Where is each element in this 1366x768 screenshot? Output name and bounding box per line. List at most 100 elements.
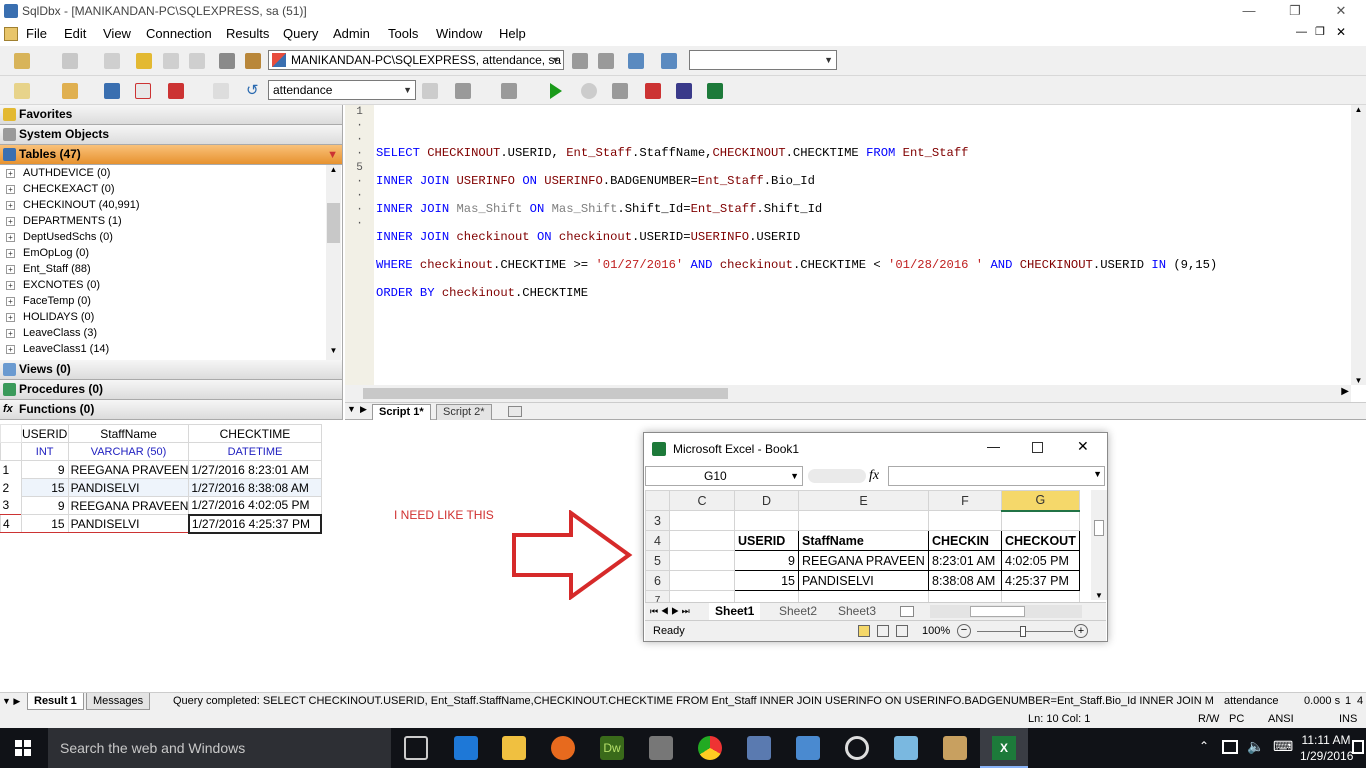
column-header[interactable]: USERID — [20, 424, 69, 443]
expand-icon[interactable]: + — [6, 265, 15, 274]
excel-minimize-button[interactable]: — — [987, 439, 1000, 454]
menu-window[interactable]: Window — [436, 26, 482, 41]
binoculars-icon[interactable] — [676, 83, 692, 99]
open-icon[interactable] — [245, 53, 261, 69]
edge-icon[interactable] — [454, 736, 478, 760]
tab-script-2[interactable]: Script 2* — [436, 404, 492, 420]
empty-select[interactable]: ▼ — [689, 50, 837, 70]
table-row[interactable]: 3 9 REEGANA PRAVEEN 1/27/2016 4:02:05 PM — [1, 496, 322, 515]
table-icon[interactable] — [163, 53, 179, 69]
excel-close-button[interactable]: ✕ — [1077, 438, 1089, 455]
action-center-icon[interactable] — [1352, 740, 1364, 754]
menu-query[interactable]: Query — [283, 26, 318, 41]
cell-checkout[interactable]: 4:25:37 PM — [1001, 570, 1080, 591]
window-icon[interactable] — [598, 53, 614, 69]
editor-vscroll[interactable]: ▲ ▼ — [1351, 105, 1366, 385]
cell-staffname[interactable]: REEGANA PRAVEEN — [67, 460, 190, 479]
cell[interactable] — [669, 530, 735, 551]
windows-start-icon[interactable] — [15, 740, 31, 756]
tools-app-icon[interactable] — [649, 736, 673, 760]
new-query-icon[interactable] — [14, 83, 30, 99]
tree-item[interactable]: + CHECKEXACT (0) — [0, 181, 326, 197]
tree-scrollbar[interactable]: ▲ ▼ — [326, 165, 341, 360]
column-header[interactable]: CHECKTIME — [188, 424, 322, 443]
insert-sheet-icon[interactable] — [900, 606, 914, 617]
print-icon[interactable] — [219, 53, 235, 69]
zoom-out-icon[interactable]: − — [957, 624, 971, 638]
cell-userid[interactable]: 9 — [20, 496, 69, 515]
format-icon[interactable] — [501, 83, 517, 99]
volume-icon[interactable]: 🔈 — [1247, 738, 1264, 755]
tree-item[interactable]: + CHECKINOUT (40,991) — [0, 197, 326, 213]
save-icon[interactable] — [104, 83, 120, 99]
close-button[interactable]: ✕ — [1318, 0, 1364, 22]
tab-messages[interactable]: Messages — [86, 693, 151, 710]
sql-editor[interactable]: 1 · · · 5 · · · · SELECT CHECKINOUT.USERID, Ent_… — [345, 105, 1366, 402]
open-file-icon[interactable] — [62, 83, 78, 99]
firefox-icon[interactable] — [551, 736, 575, 760]
row-header[interactable]: 3 — [645, 510, 670, 531]
refresh-icon[interactable] — [628, 53, 644, 69]
filter-icon[interactable]: ▼ — [327, 146, 338, 165]
cell[interactable] — [669, 570, 735, 591]
tab-sheet1[interactable]: Sheet1 — [709, 603, 761, 620]
table-row[interactable]: 1 9 REEGANA PRAVEEN 1/27/2016 8:23:01 AM — [1, 460, 322, 479]
minimize-button[interactable]: — — [1226, 0, 1272, 22]
excel-vscroll[interactable]: ▼ — [1091, 490, 1107, 600]
menu-help[interactable]: Help — [499, 26, 526, 41]
tools-icon[interactable] — [572, 53, 588, 69]
cell[interactable] — [1001, 510, 1080, 531]
fx-icon[interactable]: fx — [869, 468, 879, 484]
cell-staffname[interactable]: PANDISELVI — [798, 570, 929, 591]
favorites-header[interactable]: Favorites — [0, 105, 342, 125]
views-header[interactable]: Views (0) — [0, 360, 342, 380]
cell-userid[interactable]: 9 — [20, 460, 69, 479]
expand-icon[interactable]: + — [6, 281, 15, 290]
notepad-icon[interactable] — [894, 736, 918, 760]
menu-tools[interactable]: Tools — [388, 26, 418, 41]
find-icon[interactable] — [213, 83, 229, 99]
tab-result-1[interactable]: Result 1 — [27, 693, 84, 710]
row-header[interactable]: 4 — [645, 530, 670, 551]
database-icon[interactable] — [136, 53, 152, 69]
tree-item[interactable]: + EXCNOTES (0) — [0, 277, 326, 293]
export-excel-icon[interactable] — [707, 83, 723, 99]
tree-item[interactable]: + AUTHDEVICE (0) — [0, 165, 326, 181]
clock-time[interactable]: 11:11 AM — [1300, 733, 1352, 747]
cell-header[interactable]: USERID — [734, 530, 799, 551]
restore-button[interactable]: ❐ — [1272, 0, 1318, 22]
cell-checkin[interactable]: 8:23:01 AM — [928, 550, 1002, 571]
delete-icon[interactable] — [189, 53, 205, 69]
cell-staffname[interactable]: PANDISELVI — [67, 514, 190, 533]
tab-sheet2[interactable]: Sheet2 — [773, 603, 823, 620]
cell-header[interactable]: CHECKIN — [928, 530, 1002, 551]
menu-connection[interactable]: Connection — [146, 26, 212, 41]
system-objects-header[interactable]: System Objects — [0, 125, 342, 145]
column-header[interactable]: StaffName — [67, 424, 190, 443]
database-select[interactable]: attendance ▼ — [268, 80, 416, 100]
cancel-query-icon[interactable] — [581, 83, 597, 99]
mdi-close-icon[interactable]: ✕ — [1336, 25, 1346, 39]
expand-icon[interactable]: + — [6, 345, 15, 354]
sheet-nav-icon[interactable]: ⏮ ◀ ▶ ⏭ — [650, 603, 690, 620]
connection-select[interactable]: MANIKANDAN-PC\SQLEXPRESS, attendance, sa… — [268, 50, 564, 70]
table-row-selected[interactable]: 4 15 PANDISELVI 1/27/2016 4:25:37 PM — [0, 513, 323, 534]
menu-results[interactable]: Results — [226, 26, 269, 41]
nav-icons[interactable]: ▼ ▶ — [2, 693, 20, 709]
tree-item[interactable]: + HOLIDAYS (0) — [0, 309, 326, 325]
tree-item[interactable]: + EmOpLog (0) — [0, 245, 326, 261]
cell-userid[interactable]: 15 — [734, 570, 799, 591]
tray-chevron-icon[interactable]: ⌃ — [1199, 739, 1209, 753]
cell-staffname[interactable]: REEGANA PRAVEEN — [798, 550, 929, 571]
excel-maximize-button[interactable] — [1032, 442, 1043, 453]
keyboard-icon[interactable]: ⌨ — [1273, 738, 1293, 755]
name-box[interactable]: G10 ▼ — [645, 466, 803, 486]
formula-input[interactable]: ▼ — [888, 466, 1105, 486]
mdi-minimize-icon[interactable]: — — [1296, 26, 1307, 38]
new-connection-icon[interactable] — [14, 53, 30, 69]
select-all-corner[interactable] — [645, 490, 670, 511]
tab-scroll-icon[interactable]: ▶ — [360, 404, 367, 415]
cell[interactable] — [669, 510, 735, 531]
clear-icon[interactable] — [645, 83, 661, 99]
cell-staffname[interactable]: REEGANA PRAVEEN — [67, 496, 190, 515]
